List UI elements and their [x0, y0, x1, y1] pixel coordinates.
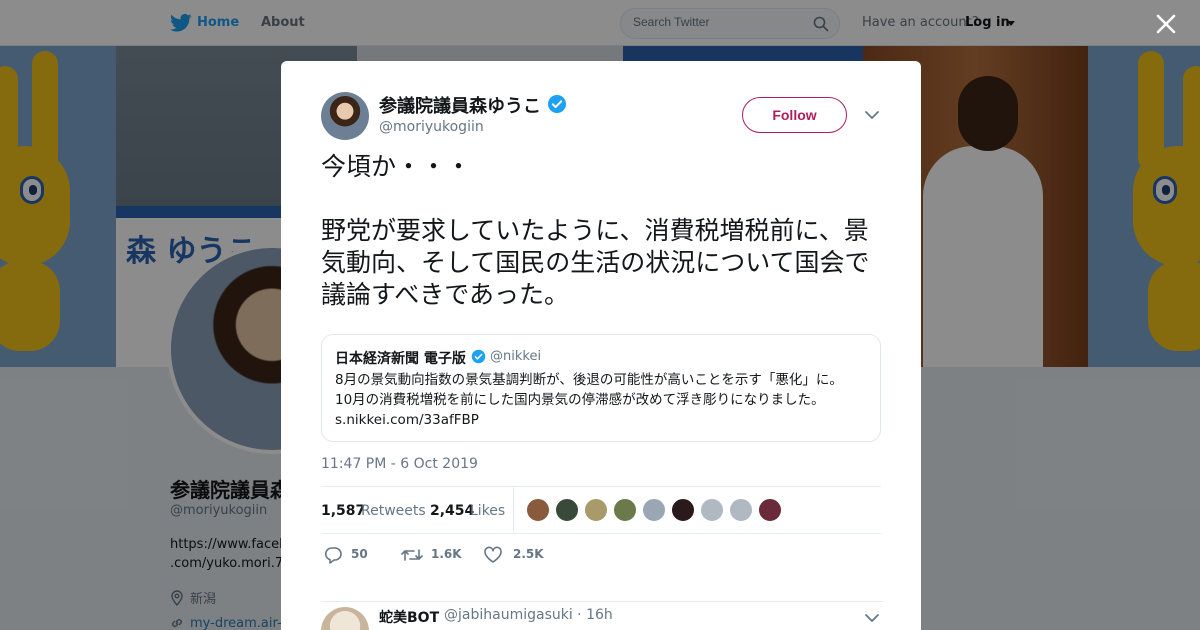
tweet-actions: 50 1.6K 2.5K [321, 541, 881, 571]
liker-avatar[interactable] [555, 498, 579, 522]
liker-avatar[interactable] [700, 498, 724, 522]
stats-divider [513, 487, 514, 533]
follow-button[interactable]: Follow [742, 97, 847, 133]
tweet-stats: 1,587 Retweets 2,454 Likes [321, 486, 881, 534]
reply-count: 50 [351, 547, 368, 561]
author-name[interactable]: 参議院議員森ゆうこ [379, 92, 541, 118]
retweets-label[interactable]: Retweets [361, 503, 426, 519]
likes-label[interactable]: Likes [470, 503, 505, 519]
verified-badge-icon [471, 349, 486, 364]
liker-avatar[interactable] [758, 498, 782, 522]
author-handle[interactable]: @moriyukogiin [379, 119, 484, 135]
liker-avatar[interactable] [642, 498, 666, 522]
liker-avatar[interactable] [729, 498, 753, 522]
quoted-author-name: 日本経済新聞 電子版 [335, 351, 466, 367]
reply-author-avatar[interactable] [321, 607, 369, 630]
retweets-count[interactable]: 1,587 [321, 503, 365, 519]
author-avatar[interactable] [321, 92, 369, 140]
reply-author-name[interactable]: 蛇美BOT [379, 607, 439, 627]
tweet-timestamp[interactable]: 11:47 PM - 6 Oct 2019 [321, 456, 478, 472]
reply-icon[interactable] [323, 546, 343, 564]
like-count: 2.5K [513, 547, 544, 561]
tweet-modal: 参議院議員森ゆうこ @moriyukogiin Follow 今頃か・・・ 野党… [281, 61, 921, 630]
close-icon[interactable] [1154, 12, 1178, 36]
reply-tweet[interactable]: 蛇美BOT @jabihaumigasuki · 16h [321, 601, 883, 630]
retweet-count: 1.6K [431, 547, 462, 561]
chevron-down-icon[interactable] [864, 612, 880, 624]
quoted-author-handle: @nikkei [490, 349, 542, 364]
verified-badge-icon [548, 95, 566, 113]
likes-count[interactable]: 2,454 [430, 503, 474, 519]
quoted-tweet[interactable]: 日本経済新聞 電子版 @nikkei 8月の景気動向指数の景気基調判断が、後退の… [321, 334, 881, 442]
retweet-icon[interactable] [401, 546, 423, 564]
heart-icon[interactable] [483, 546, 503, 564]
liker-avatar[interactable] [613, 498, 637, 522]
quoted-tweet-text: 8月の景気動向指数の景気基調判断が、後退の可能性が高いことを示す「悪化」に。 1… [335, 372, 843, 428]
reply-author-handle[interactable]: @jabihaumigasuki · 16h [444, 607, 613, 623]
liker-avatar[interactable] [671, 498, 695, 522]
liker-avatar[interactable] [584, 498, 608, 522]
tweet-text: 今頃か・・・ 野党が要求していたように、消費税増税前に、景気動向、そして国民の生… [321, 152, 870, 309]
liker-avatar[interactable] [526, 498, 550, 522]
chevron-down-icon[interactable] [864, 109, 880, 121]
